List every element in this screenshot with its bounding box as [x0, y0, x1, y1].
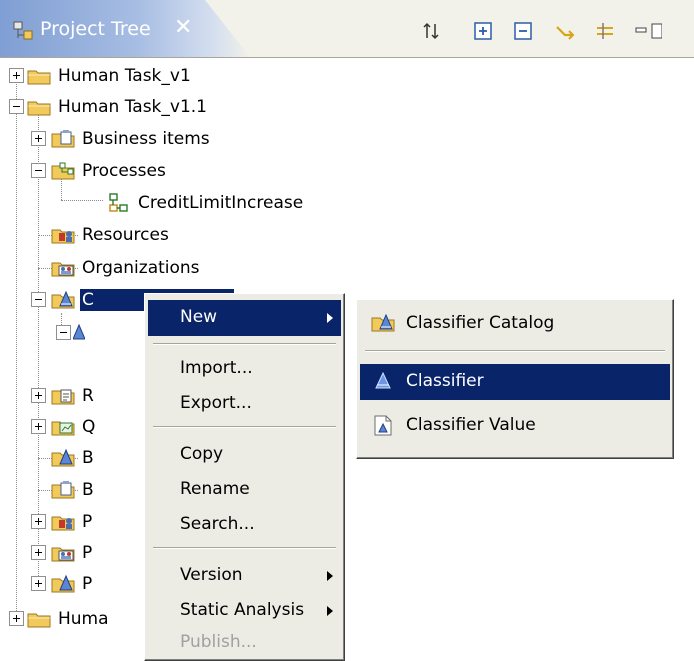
link-with-editor-icon[interactable] — [554, 20, 576, 42]
menu-item-label: Classifier Catalog — [406, 313, 555, 333]
tree-item-label[interactable]: B — [82, 479, 94, 501]
context-menu: New Import... Export... Copy Rename Sear… — [144, 293, 345, 661]
folder-icon — [27, 101, 51, 116]
organizations-folder-icon — [51, 547, 75, 562]
organizations-folder-icon — [51, 262, 75, 277]
tree-item-label[interactable]: Human Task_v1 — [58, 65, 191, 87]
folder-icon — [27, 70, 51, 85]
menu-item-search[interactable]: Search... — [148, 507, 341, 543]
folder-icon — [27, 613, 51, 628]
submenu-arrow-icon — [327, 606, 333, 616]
tree-expander[interactable] — [9, 68, 24, 83]
tree-item-label[interactable]: Q — [82, 416, 95, 438]
menu-item-label: Export... — [180, 393, 252, 413]
menu-item-static-analysis[interactable]: Static Analysis — [148, 593, 341, 629]
tree-item-label[interactable]: Business items — [82, 128, 210, 150]
tree-item-label[interactable]: Resources — [82, 224, 169, 246]
tree-item-label[interactable]: Organizations — [82, 257, 200, 279]
resources-folder-icon — [51, 229, 75, 244]
tree-item-label[interactable]: Human Task_v1.1 — [58, 96, 207, 118]
submenu-item-classifier-catalog[interactable]: Classifier Catalog — [360, 306, 670, 342]
classifier-catalog-icon — [51, 448, 75, 467]
minimize-icon[interactable] — [634, 20, 662, 42]
submenu-item-classifier[interactable]: Classifier — [360, 364, 670, 400]
tree-expander[interactable] — [31, 388, 46, 403]
tree-expander[interactable] — [9, 99, 24, 114]
menu-item-label: Static Analysis — [180, 600, 305, 620]
tree-item-label[interactable]: R — [82, 385, 94, 407]
tree-expander[interactable] — [31, 131, 46, 146]
filter-icon[interactable] — [594, 20, 616, 42]
menu-item-label: Publish... — [180, 632, 257, 652]
tree-item-label[interactable]: P — [82, 542, 92, 564]
reports-folder-icon — [51, 389, 75, 405]
collapse-all-icon[interactable] — [512, 20, 534, 42]
menu-item-label: Import... — [180, 358, 253, 378]
sort-icon[interactable] — [420, 20, 442, 42]
tree-item-label[interactable]: B — [82, 447, 94, 469]
submenu-arrow-icon — [327, 313, 333, 323]
view-header: Project Tree ✕ — [0, 0, 694, 58]
menu-item-label: Search... — [180, 514, 255, 534]
view-title: Project Tree — [40, 18, 151, 40]
tree-expander[interactable] — [31, 419, 46, 434]
menu-item-version[interactable]: Version — [148, 558, 341, 594]
tree-expander[interactable] — [31, 163, 46, 178]
menu-item-label: Classifier — [406, 371, 484, 391]
menu-item-rename[interactable]: Rename — [148, 472, 341, 508]
menu-separator — [365, 350, 665, 352]
business-items-folder-icon — [51, 481, 75, 499]
menu-item-label: Version — [180, 565, 243, 585]
menu-item-publish: Publish... — [148, 625, 341, 661]
tree-item-label[interactable]: CreditLimitIncrease — [138, 192, 303, 214]
menu-separator — [153, 547, 336, 549]
menu-item-export[interactable]: Export... — [148, 386, 341, 422]
processes-folder-icon — [51, 162, 75, 180]
tree-expander[interactable] — [9, 611, 24, 626]
business-items-folder-icon — [51, 130, 75, 148]
classifier-icon — [375, 371, 391, 389]
classifier-value-icon — [374, 415, 392, 436]
submenu-arrow-icon — [327, 571, 333, 581]
tree-expander[interactable] — [31, 514, 46, 529]
tree-expander[interactable] — [31, 576, 46, 591]
classifiers-folder-icon — [51, 290, 75, 309]
close-icon[interactable]: ✕ — [174, 15, 192, 40]
menu-separator — [153, 343, 336, 345]
menu-separator — [153, 426, 336, 428]
classifiers-folder-icon — [51, 574, 75, 593]
new-submenu: Classifier Catalog Classifier Classifier… — [356, 299, 674, 459]
project-tree-icon — [13, 21, 33, 40]
menu-item-label: New — [180, 307, 218, 327]
classifier-catalog-icon — [73, 323, 85, 340]
queries-folder-icon — [51, 421, 75, 436]
tree-expander[interactable] — [56, 325, 71, 340]
tree-connector — [16, 71, 17, 619]
menu-item-label: Classifier Value — [406, 415, 536, 435]
tree-item-label[interactable]: P — [82, 511, 92, 533]
tree-item-label[interactable]: P — [82, 573, 92, 595]
process-icon — [109, 193, 128, 212]
submenu-item-classifier-value[interactable]: Classifier Value — [360, 408, 670, 444]
tree-item-label[interactable]: Processes — [82, 160, 166, 182]
classifier-catalog-icon — [371, 313, 395, 332]
menu-item-label: Copy — [180, 444, 224, 464]
tree-expander[interactable] — [31, 545, 46, 560]
expand-all-icon[interactable] — [472, 20, 494, 42]
tree-connector — [61, 200, 103, 201]
menu-item-label: Rename — [180, 479, 250, 499]
menu-item-import[interactable]: Import... — [148, 351, 341, 387]
menu-item-new[interactable]: New — [148, 300, 341, 336]
tree-expander[interactable] — [31, 292, 46, 307]
menu-item-copy[interactable]: Copy — [148, 437, 341, 473]
tree-item-label[interactable]: Huma — [58, 608, 109, 630]
resources-folder-icon — [51, 516, 75, 531]
